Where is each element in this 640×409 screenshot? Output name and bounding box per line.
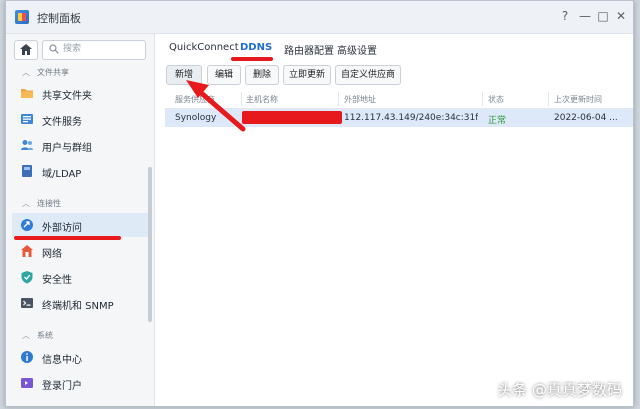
annotation-arrow bbox=[186, 80, 246, 132]
watermark-text: 头条 @真真梦数码 bbox=[497, 381, 622, 399]
control-panel-window: 控制面板 ? — □ ✕ ︿ 文件共享 共享文件夹 文件服务 用户与群组 bbox=[5, 0, 634, 407]
